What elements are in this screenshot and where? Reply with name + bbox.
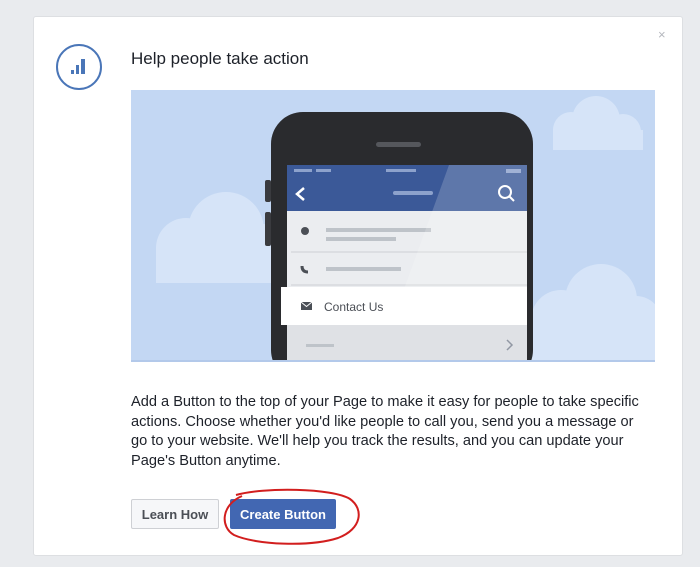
create-button[interactable]: Create Button xyxy=(230,499,336,529)
close-icon[interactable]: × xyxy=(658,28,666,41)
info-icon xyxy=(301,227,309,235)
bar-chart-icon xyxy=(56,44,102,90)
contact-us-label: Contact Us xyxy=(324,300,383,314)
speaker xyxy=(376,142,421,147)
dialog-title: Help people take action xyxy=(131,49,309,68)
phone-illustration: Contact Us xyxy=(131,90,655,362)
description-text: Add a Button to the top of your Page to … xyxy=(131,394,639,469)
learn-how-button[interactable]: Learn How xyxy=(131,499,219,529)
